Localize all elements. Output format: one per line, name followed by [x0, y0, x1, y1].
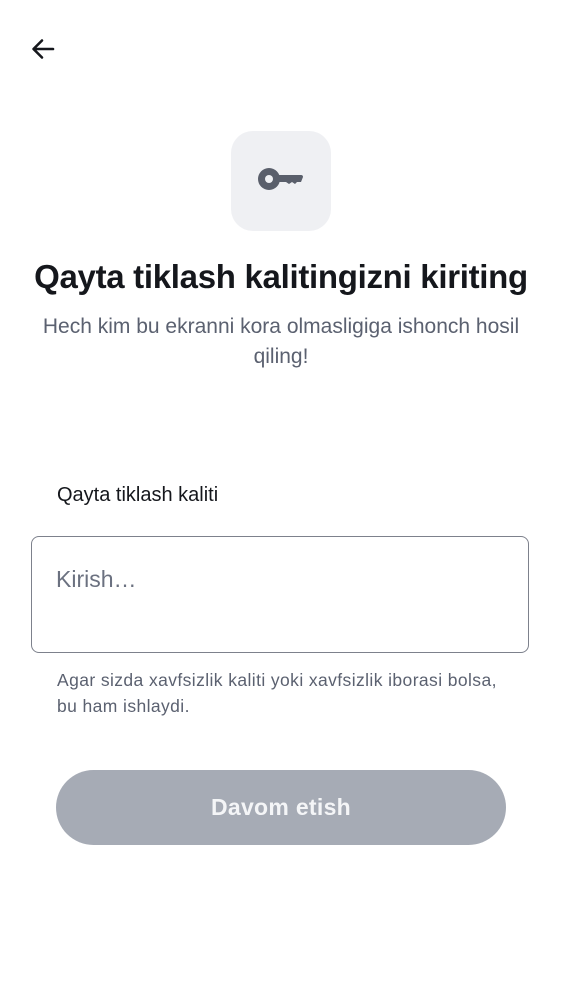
recovery-key-field[interactable] [31, 536, 529, 653]
page-subtitle: Hech kim bu ekranni kora olmasligiga ish… [42, 315, 520, 368]
back-button[interactable] [22, 30, 64, 72]
key-icon [257, 165, 305, 198]
continue-button[interactable]: Davom etish [56, 770, 506, 845]
recovery-key-label: Qayta tiklash kaliti [57, 484, 219, 506]
recovery-key-input[interactable] [56, 561, 496, 597]
helper-text: Agar sizda xavfsizlik kaliti yoki xavfsi… [57, 670, 497, 716]
arrow-left-icon [29, 35, 57, 68]
page-title: Qayta tiklash kalitingizni kiriting [34, 258, 528, 295]
key-icon-tile [231, 131, 331, 231]
